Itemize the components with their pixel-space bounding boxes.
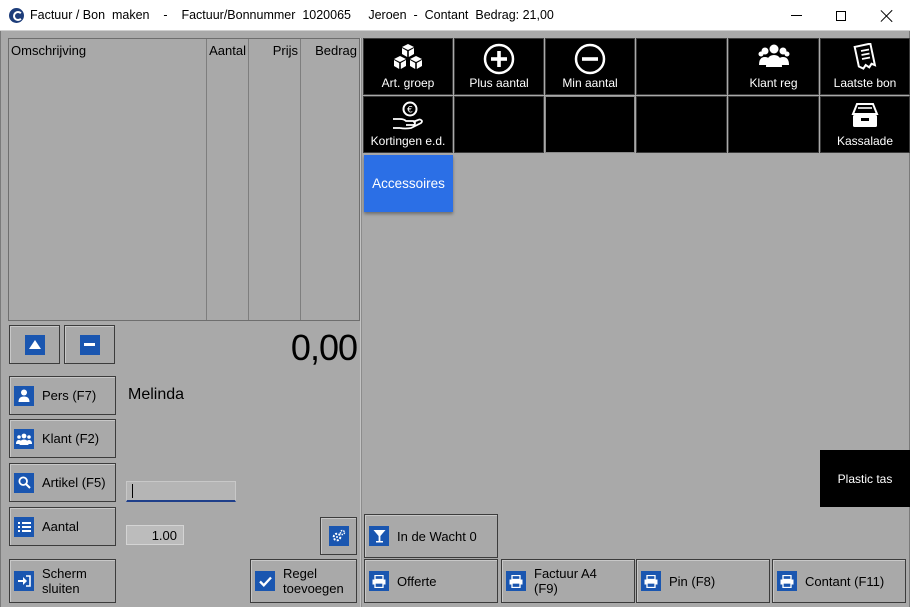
column-bedrag: Bedrag (301, 39, 359, 320)
order-table[interactable]: Omschrijving Aantal Prijs Bedrag (8, 38, 360, 321)
kassalade-tile[interactable]: Kassalade (820, 96, 910, 153)
cubes-icon (394, 44, 422, 69)
offerte-button[interactable]: Offerte (364, 559, 498, 603)
column-omschrijving: Omschrijving (9, 39, 207, 320)
printer-icon (369, 571, 389, 591)
contant-label: Contant (F11) (805, 573, 885, 589)
add-line-label: Regel toevoegen (283, 566, 344, 596)
text-caret (132, 484, 133, 498)
article-search-input[interactable] (126, 481, 236, 502)
art-groep-tile[interactable]: Art. groep (363, 38, 453, 95)
product-plastic-tas[interactable]: Plastic tas (820, 450, 910, 507)
empty-tile[interactable] (545, 96, 635, 153)
remove-line-button[interactable] (64, 325, 115, 364)
settings-button[interactable] (320, 517, 357, 555)
artikel-button-label: Artikel (F5) (42, 475, 106, 490)
tile-label: Min aantal (562, 76, 618, 90)
title-bar: Factuur / Bon maken - Factuur/Bonnummer … (0, 0, 910, 31)
window-border-left (0, 31, 1, 607)
printer-icon (777, 571, 797, 591)
klant-reg-tile[interactable]: Klant reg (728, 38, 819, 95)
close-button[interactable] (864, 0, 910, 31)
close-icon (880, 9, 894, 23)
factuur-a4-label: Factuur A4 (F9) (534, 566, 597, 596)
checkmark-icon (255, 571, 275, 591)
column-header[interactable]: Omschrijving (11, 43, 86, 58)
cash-drawer-icon (851, 103, 879, 127)
in-de-wacht-button[interactable]: In de Wacht 0 (364, 514, 498, 558)
minus-circle-icon (574, 43, 606, 75)
empty-tile[interactable] (728, 96, 819, 153)
arrow-up-icon (24, 334, 45, 355)
tile-label: Plus aantal (469, 76, 529, 90)
app-logo-icon (9, 8, 24, 23)
add-line-button[interactable]: Regel toevoegen (250, 559, 357, 603)
receipt-icon (853, 43, 877, 70)
maximize-icon (836, 10, 846, 21)
total-amount: 0,00 (290, 327, 358, 368)
column-aantal: Aantal (207, 39, 249, 320)
tile-label: Art. groep (381, 76, 435, 90)
plus-aantal-tile[interactable]: Plus aantal (454, 38, 544, 95)
quantity-field[interactable]: 1.00 (126, 525, 184, 545)
empty-tile[interactable] (454, 96, 544, 153)
contant-button[interactable]: Contant (F11) (772, 559, 906, 603)
sign-out-icon (14, 571, 34, 591)
pers-button-label: Pers (F7) (42, 388, 97, 403)
search-icon (14, 472, 34, 493)
person-icon (14, 385, 34, 406)
factuur-a4-button[interactable]: Factuur A4 (F9) (501, 559, 635, 603)
kortingen-tile[interactable]: € Kortingen e.d. (363, 96, 453, 153)
column-header[interactable]: Aantal (209, 43, 246, 58)
tile-label: Klant reg (749, 76, 798, 90)
pers-button[interactable]: Pers (F7) (9, 376, 116, 415)
empty-tile[interactable] (636, 96, 727, 153)
klant-button[interactable]: Klant (F2) (9, 419, 116, 458)
aantal-button[interactable]: Aantal (9, 507, 116, 546)
tile-label: Laatste bon (833, 76, 897, 90)
in-de-wacht-label: In de Wacht 0 (397, 528, 477, 544)
plus-circle-icon (483, 43, 515, 75)
category-accessoires[interactable]: Accessoires (364, 155, 453, 212)
move-up-button[interactable] (9, 325, 60, 364)
close-screen-button[interactable]: Scherm sluiten (9, 559, 116, 603)
window-title: Factuur / Bon maken - Factuur/Bonnummer … (30, 8, 554, 22)
laatste-bon-tile[interactable]: Laatste bon (820, 38, 910, 95)
users-icon (14, 428, 34, 449)
artikel-button[interactable]: Artikel (F5) (9, 463, 116, 502)
offerte-label: Offerte (397, 573, 437, 589)
column-header[interactable]: Bedrag (315, 43, 357, 58)
minimize-button[interactable] (773, 0, 819, 31)
cocktail-glass-icon (369, 526, 389, 546)
users-icon (758, 44, 789, 67)
maximize-button[interactable] (818, 0, 864, 31)
panel-divider[interactable] (360, 38, 362, 607)
list-icon (14, 516, 34, 537)
close-screen-label: Scherm sluiten (42, 566, 87, 596)
person-name: Melinda (128, 386, 185, 403)
euro-hand-icon: € (393, 101, 423, 130)
printer-icon (506, 571, 526, 591)
svg-text:€: € (407, 106, 413, 116)
column-prijs: Prijs (249, 39, 301, 320)
gears-icon (328, 526, 349, 546)
printer-icon (641, 571, 661, 591)
minus-icon (79, 334, 100, 355)
klant-button-label: Klant (F2) (42, 431, 100, 446)
pin-button[interactable]: Pin (F8) (636, 559, 770, 603)
minimize-icon (790, 15, 802, 16)
tile-label: Kassalade (836, 134, 894, 148)
aantal-button-label: Aantal (42, 519, 79, 534)
tile-label: Kortingen e.d. (370, 134, 446, 148)
column-header[interactable]: Prijs (273, 43, 298, 58)
empty-tile[interactable] (636, 38, 727, 95)
min-aantal-tile[interactable]: Min aantal (545, 38, 635, 95)
pin-label: Pin (F8) (669, 573, 716, 589)
